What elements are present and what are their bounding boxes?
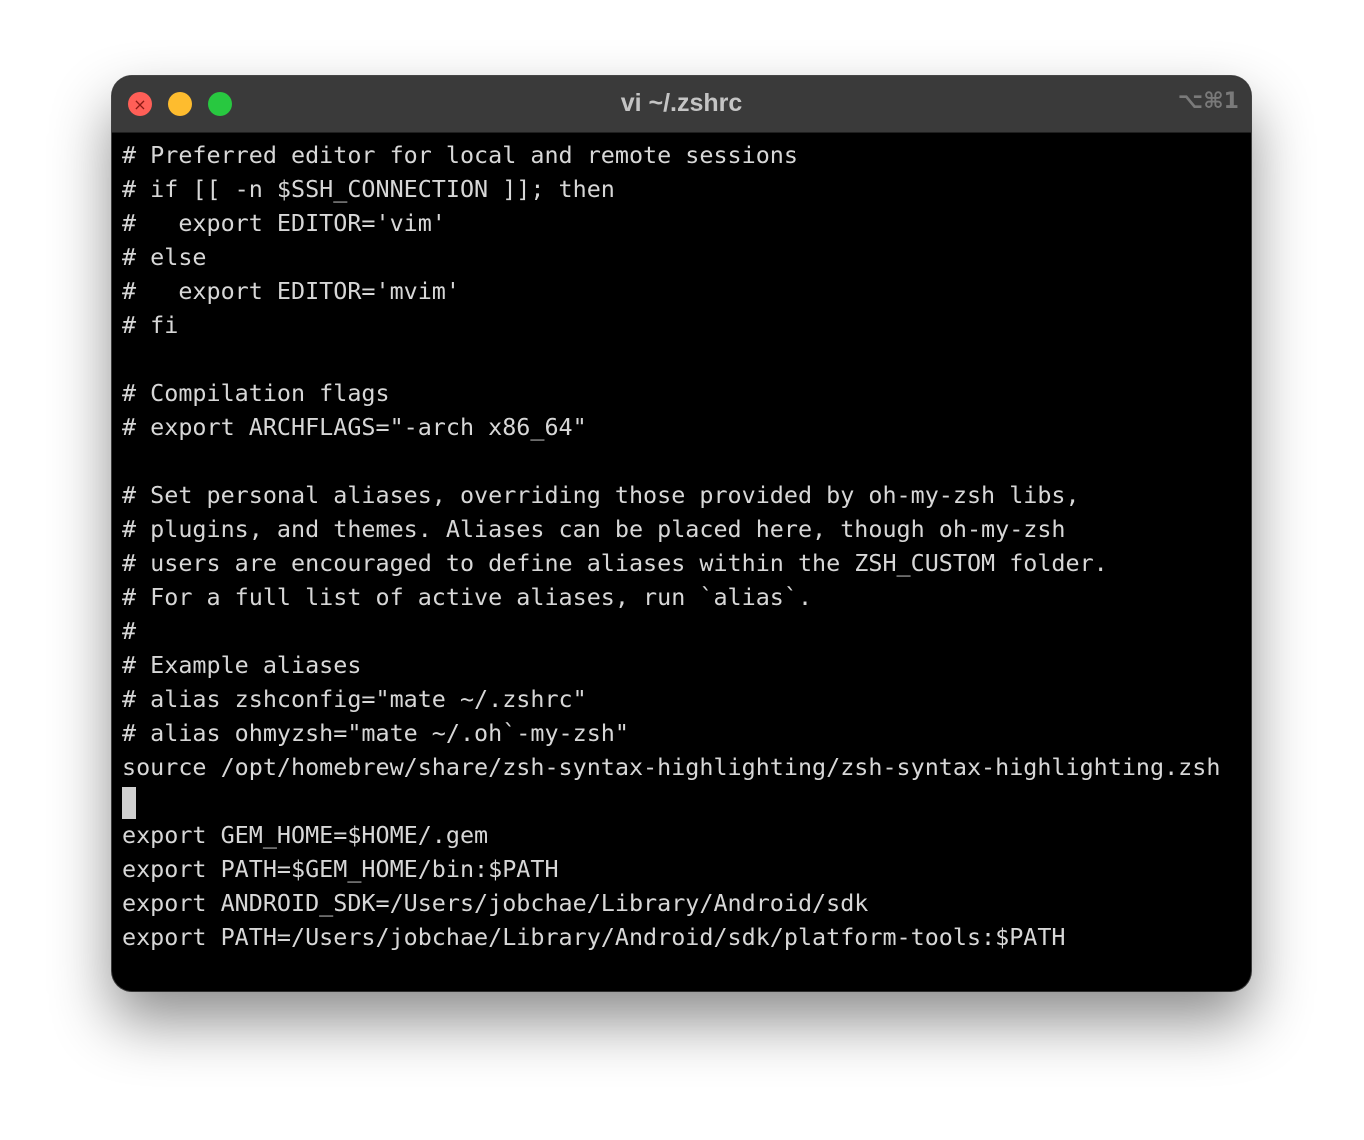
- editor-line: # For a full list of active aliases, run…: [122, 583, 813, 611]
- editor-line: export ANDROID_SDK=/Users/jobchae/Librar…: [122, 889, 869, 917]
- window-title: vi ~/.zshrc: [620, 89, 743, 117]
- editor-line: # export EDITOR='vim': [122, 209, 446, 237]
- editor-line: export GEM_HOME=$HOME/.gem: [122, 821, 489, 849]
- editor-line: # users are encouraged to define aliases…: [122, 549, 1108, 577]
- editor-line: # Preferred editor for local and remote …: [122, 141, 798, 169]
- editor-line: # alias ohmyzsh="mate ~/.oh`-my-zsh": [122, 719, 629, 747]
- editor-line: # export ARCHFLAGS="-arch x86_64": [122, 413, 587, 441]
- editor-line: # if [[ -n $SSH_CONNECTION ]]; then: [122, 175, 615, 203]
- editor-buffer[interactable]: # Preferred editor for local and remote …: [122, 138, 1241, 954]
- editor-line: export PATH=$GEM_HOME/bin:$PATH: [122, 855, 559, 883]
- editor-line: # export EDITOR='mvim': [122, 277, 460, 305]
- text-cursor: [122, 786, 136, 819]
- editor-line: # Compilation flags: [122, 379, 390, 407]
- editor-line: # else: [122, 243, 207, 271]
- title-bar[interactable]: × vi ~/.zshrc ⌥⌘1: [112, 76, 1251, 133]
- editor-line: # fi: [122, 311, 179, 339]
- editor-line: source /opt/homebrew/share/zsh-syntax-hi…: [122, 753, 1221, 781]
- terminal-window: × vi ~/.zshrc ⌥⌘1 # Preferred editor for…: [112, 76, 1251, 991]
- editor-line: # alias zshconfig="mate ~/.zshrc": [122, 685, 587, 713]
- editor-line: # Set personal aliases, overriding those…: [122, 481, 1080, 509]
- editor-line: export PATH=/Users/jobchae/Library/Andro…: [122, 923, 1066, 951]
- editor-line: # Example aliases: [122, 651, 362, 679]
- editor-line: # plugins, and themes. Aliases can be pl…: [122, 515, 1066, 543]
- window-shortcut: ⌥⌘1: [1177, 89, 1239, 114]
- editor-line: #: [122, 617, 137, 645]
- cursor-line: [122, 784, 1241, 819]
